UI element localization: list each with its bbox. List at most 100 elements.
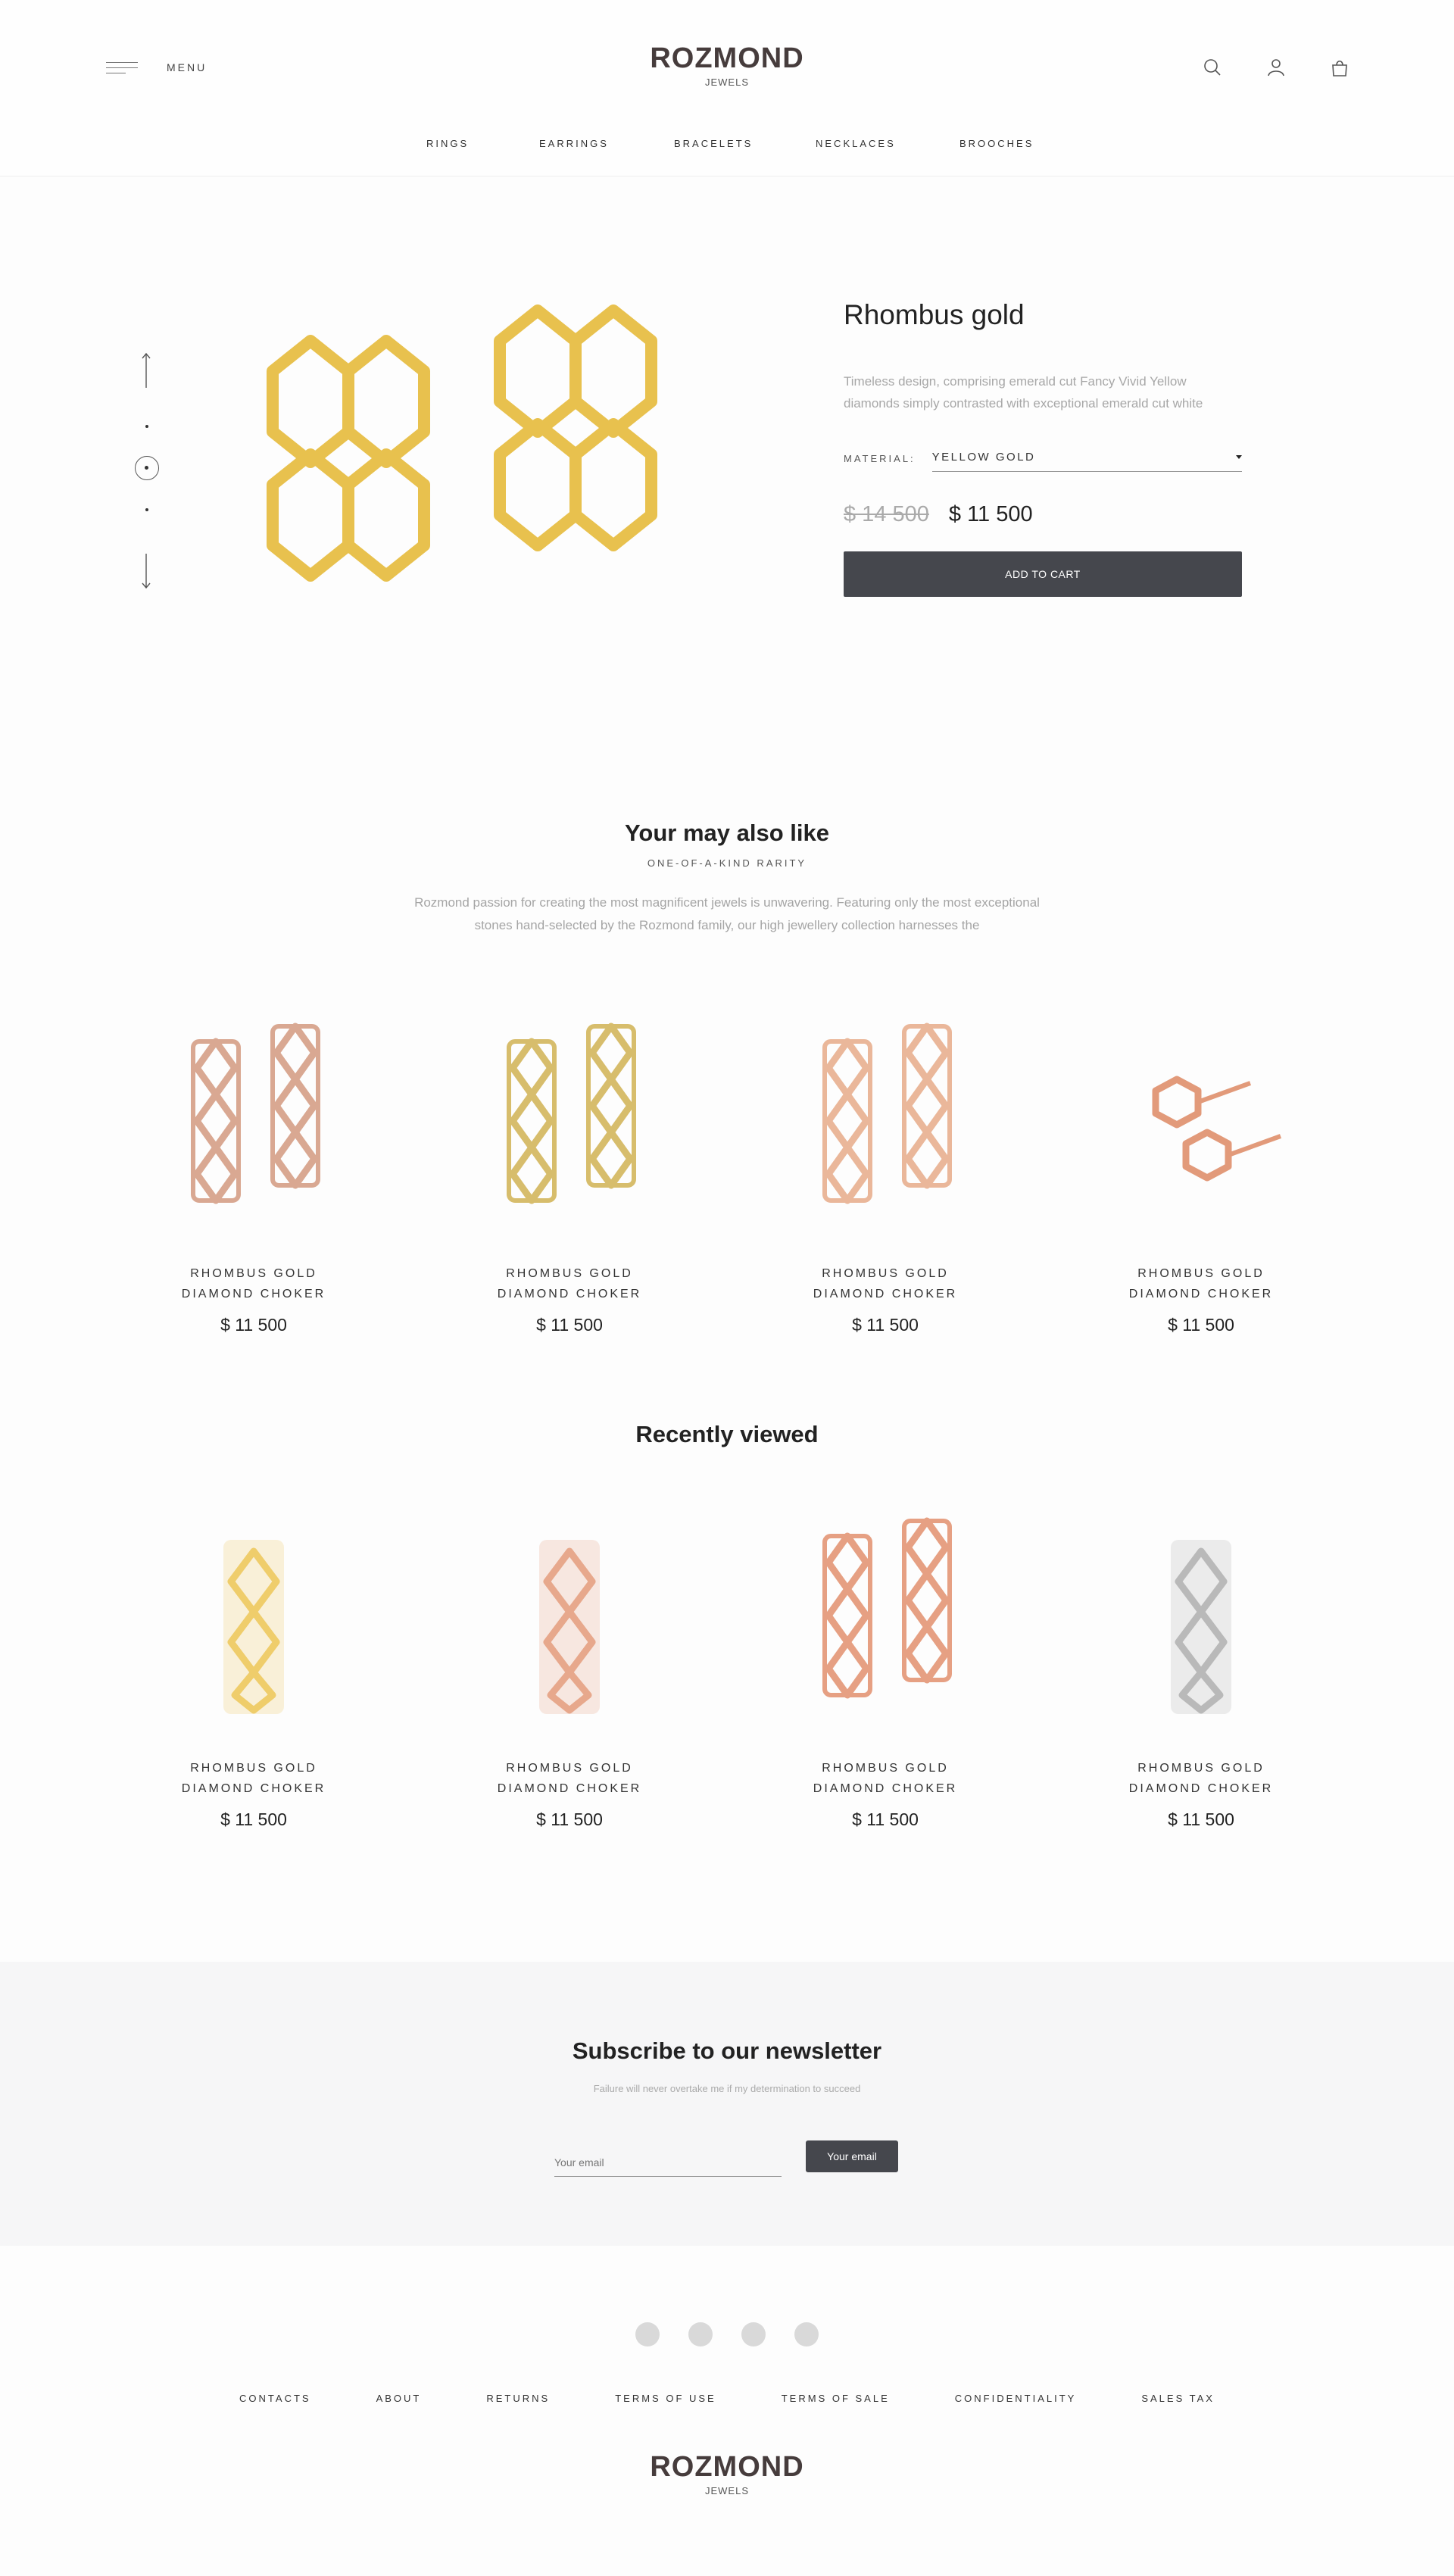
material-select[interactable]: YELLOW GOLD: [931, 451, 1242, 472]
old-price: $ 14 500: [844, 502, 929, 526]
product-card-name[interactable]: RHOMBUS GOLD DIAMOND CHOKER: [456, 1758, 683, 1799]
bag-icon[interactable]: [1330, 58, 1349, 77]
product-card[interactable]: RHOMBUS GOLD DIAMOND CHOKER $ 11 500: [772, 1011, 999, 1335]
product-card-price: $ 11 500: [852, 1315, 919, 1335]
material-label: MATERIAL:: [844, 453, 916, 464]
product-card-name-line2[interactable]: DIAMOND CHOKER: [182, 1288, 326, 1300]
footer-link-contacts[interactable]: CONTACTS: [239, 2393, 311, 2404]
price-row: $ 14 500 $ 11 500: [844, 502, 1242, 527]
product-card-name-line1[interactable]: RHOMBUS GOLD: [822, 1267, 949, 1280]
newsletter-subtitle: Failure will never overtake me if my det…: [593, 2083, 861, 2094]
product-card-price: $ 11 500: [536, 1809, 603, 1829]
product-card-name[interactable]: RHOMBUS GOLD DIAMOND CHOKER: [1087, 1263, 1315, 1304]
logo-subtitle: JEWELS: [704, 76, 749, 88]
product-card-name-line1[interactable]: RHOMBUS GOLD: [1137, 1267, 1265, 1280]
product-card-name-line2[interactable]: DIAMOND CHOKER: [498, 1288, 641, 1300]
footer-link-terms-of-use[interactable]: TERMS OF USE: [615, 2393, 716, 2404]
current-price: $ 11 500: [948, 502, 1033, 526]
product-card-price: $ 11 500: [220, 1315, 287, 1335]
product-thumb[interactable]: [1087, 1011, 1315, 1238]
nav-earrings[interactable]: EARRINGS: [539, 138, 609, 149]
also-like-kicker: ONE-OF-A-KIND RARITY: [647, 857, 807, 869]
product-card-price: $ 11 500: [1168, 1315, 1234, 1335]
footer-link-terms-of-sale[interactable]: TERMS OF SALE: [782, 2393, 890, 2404]
product-card[interactable]: RHOMBUS GOLD DIAMOND CHOKER $ 11 500: [456, 1011, 683, 1335]
newsletter-submit-button[interactable]: Your email: [806, 2140, 898, 2172]
social-icon[interactable]: [635, 2322, 660, 2347]
product-thumb[interactable]: [772, 1506, 999, 1733]
product-card-name-line2[interactable]: DIAMOND CHOKER: [813, 1782, 957, 1795]
newsletter-section: Subscribe to our newsletter Failure will…: [0, 1962, 1454, 2246]
product-card-price: $ 11 500: [1168, 1809, 1234, 1829]
slide-dot-active[interactable]: [135, 456, 159, 480]
search-icon[interactable]: [1203, 58, 1222, 77]
product-thumb[interactable]: [1087, 1506, 1315, 1733]
arrow-up-icon[interactable]: [142, 352, 151, 389]
header-actions: [1203, 58, 1349, 77]
product-info: Rhombus gold Timeless design, comprising…: [844, 299, 1242, 597]
product-card-name-line2[interactable]: DIAMOND CHOKER: [1129, 1782, 1273, 1795]
social-icon[interactable]: [794, 2322, 819, 2347]
add-to-cart-button[interactable]: ADD TO CART: [844, 551, 1242, 597]
product-thumb[interactable]: [456, 1011, 683, 1238]
product-card[interactable]: RHOMBUS GOLD DIAMOND CHOKER $ 11 500: [140, 1011, 367, 1335]
product-title: Rhombus gold: [844, 299, 1025, 330]
footer-link-confidentiality[interactable]: CONFIDENTIALITY: [955, 2393, 1077, 2404]
social-icon[interactable]: [741, 2322, 766, 2347]
nav-brooches[interactable]: BROOCHES: [959, 138, 1034, 149]
arrow-down-icon[interactable]: [142, 553, 151, 589]
chevron-down-icon[interactable]: [1236, 455, 1242, 459]
footer-logo-brand[interactable]: ROZMOND: [0, 2451, 1454, 2484]
product-card-name-line1[interactable]: RHOMBUS GOLD: [822, 1762, 949, 1775]
product-card-name-line2[interactable]: DIAMOND CHOKER: [498, 1782, 641, 1795]
also-like-text: Rozmond passion for creating the most ma…: [414, 895, 1040, 932]
product-card-name-line1[interactable]: RHOMBUS GOLD: [506, 1762, 633, 1775]
product-card-name-line2[interactable]: DIAMOND CHOKER: [813, 1288, 957, 1300]
material-value[interactable]: YELLOW GOLD: [932, 451, 1036, 464]
product-card[interactable]: RHOMBUS GOLD DIAMOND CHOKER $ 11 500: [1087, 1506, 1315, 1830]
product-card-name[interactable]: RHOMBUS GOLD DIAMOND CHOKER: [772, 1758, 999, 1799]
product-thumb[interactable]: [456, 1506, 683, 1733]
site-header: MENU ROZMOND JEWELS RINGS EARRINGS BRACELE…: [0, 0, 1454, 176]
product-card-name-line1[interactable]: RHOMBUS GOLD: [190, 1762, 317, 1775]
product-card-name-line2[interactable]: DIAMOND CHOKER: [182, 1782, 326, 1795]
social-icon[interactable]: [688, 2322, 713, 2347]
product-card-name-line2[interactable]: DIAMOND CHOKER: [1129, 1288, 1273, 1300]
user-icon[interactable]: [1266, 58, 1286, 77]
product-card-name[interactable]: RHOMBUS GOLD DIAMOND CHOKER: [140, 1758, 367, 1799]
product-card-name[interactable]: RHOMBUS GOLD DIAMOND CHOKER: [1087, 1758, 1315, 1799]
nav-bracelets[interactable]: BRACELETS: [674, 138, 753, 149]
newsletter-title: Subscribe to our newsletter: [572, 2037, 882, 2064]
nav-rings[interactable]: RINGS: [426, 138, 469, 149]
product-description: Timeless design, comprising emerald cut …: [844, 374, 1203, 411]
product-card-name[interactable]: RHOMBUS GOLD DIAMOND CHOKER: [140, 1263, 367, 1304]
product-thumb[interactable]: [140, 1506, 367, 1733]
product-card-name-line1[interactable]: RHOMBUS GOLD: [1137, 1762, 1265, 1775]
slide-dot[interactable]: [145, 508, 148, 511]
social-links: [0, 2322, 1454, 2347]
product-thumb[interactable]: [772, 1011, 999, 1238]
product-card-price: $ 11 500: [220, 1809, 287, 1829]
material-row: MATERIAL: YELLOW GOLD: [844, 451, 1242, 472]
also-like-title: Your may also like: [625, 820, 829, 846]
product-card[interactable]: RHOMBUS GOLD DIAMOND CHOKER $ 11 500: [772, 1506, 999, 1830]
product-thumb[interactable]: [140, 1011, 367, 1238]
product-card-name-line1[interactable]: RHOMBUS GOLD: [506, 1267, 633, 1280]
newsletter-email-input[interactable]: [554, 2144, 782, 2177]
product-card[interactable]: RHOMBUS GOLD DIAMOND CHOKER $ 11 500: [140, 1506, 367, 1830]
product-card-price: $ 11 500: [536, 1315, 603, 1335]
footer-logo-subtitle: JEWELS: [704, 2485, 749, 2496]
nav-necklaces[interactable]: NECKLACES: [816, 138, 896, 149]
footer-link-sales-tax[interactable]: SALES TAX: [1141, 2393, 1215, 2404]
footer-logo[interactable]: ROZMOND JEWELS: [0, 2451, 1454, 2496]
product-card[interactable]: RHOMBUS GOLD DIAMOND CHOKER $ 11 500: [456, 1506, 683, 1830]
recently-viewed-title: Recently viewed: [635, 1421, 819, 1447]
product-card-price: $ 11 500: [852, 1809, 919, 1829]
product-card-name[interactable]: RHOMBUS GOLD DIAMOND CHOKER: [772, 1263, 999, 1304]
product-card-name-line1[interactable]: RHOMBUS GOLD: [190, 1267, 317, 1280]
product-card-name[interactable]: RHOMBUS GOLD DIAMOND CHOKER: [456, 1263, 683, 1304]
footer-link-about[interactable]: ABOUT: [376, 2393, 422, 2404]
footer-link-returns[interactable]: RETURNS: [486, 2393, 550, 2404]
product-card[interactable]: RHOMBUS GOLD DIAMOND CHOKER $ 11 500: [1087, 1011, 1315, 1335]
slide-dot[interactable]: [145, 425, 148, 428]
